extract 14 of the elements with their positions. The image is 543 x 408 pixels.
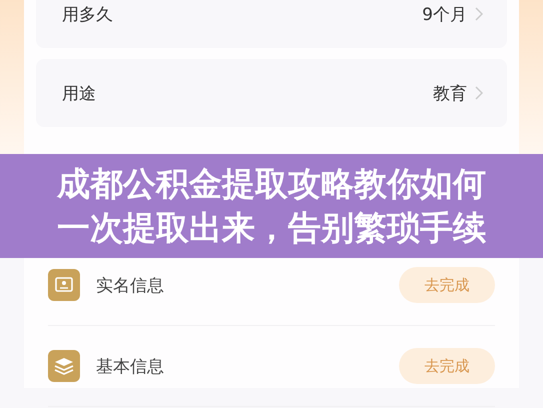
form-row[interactable]: 用多久 9个月 <box>36 0 507 48</box>
task-label: 实名信息 <box>96 274 165 296</box>
form-row[interactable]: 用途 教育 <box>36 59 507 127</box>
banner-title: 成都公积金提取攻略教你如何 <box>57 163 486 205</box>
row-value: 教育 <box>433 82 467 104</box>
layers-icon <box>48 350 80 382</box>
row-value: 9个月 <box>422 4 467 26</box>
row-label: 用多久 <box>62 4 113 26</box>
task-label: 基本信息 <box>96 356 165 378</box>
id-card-icon <box>48 269 80 301</box>
row-label: 用途 <box>62 82 96 104</box>
chevron-icon <box>475 86 483 100</box>
banner-title: 一次提取出来，告别繁琐手续 <box>57 207 486 249</box>
chevron-icon <box>475 7 483 21</box>
